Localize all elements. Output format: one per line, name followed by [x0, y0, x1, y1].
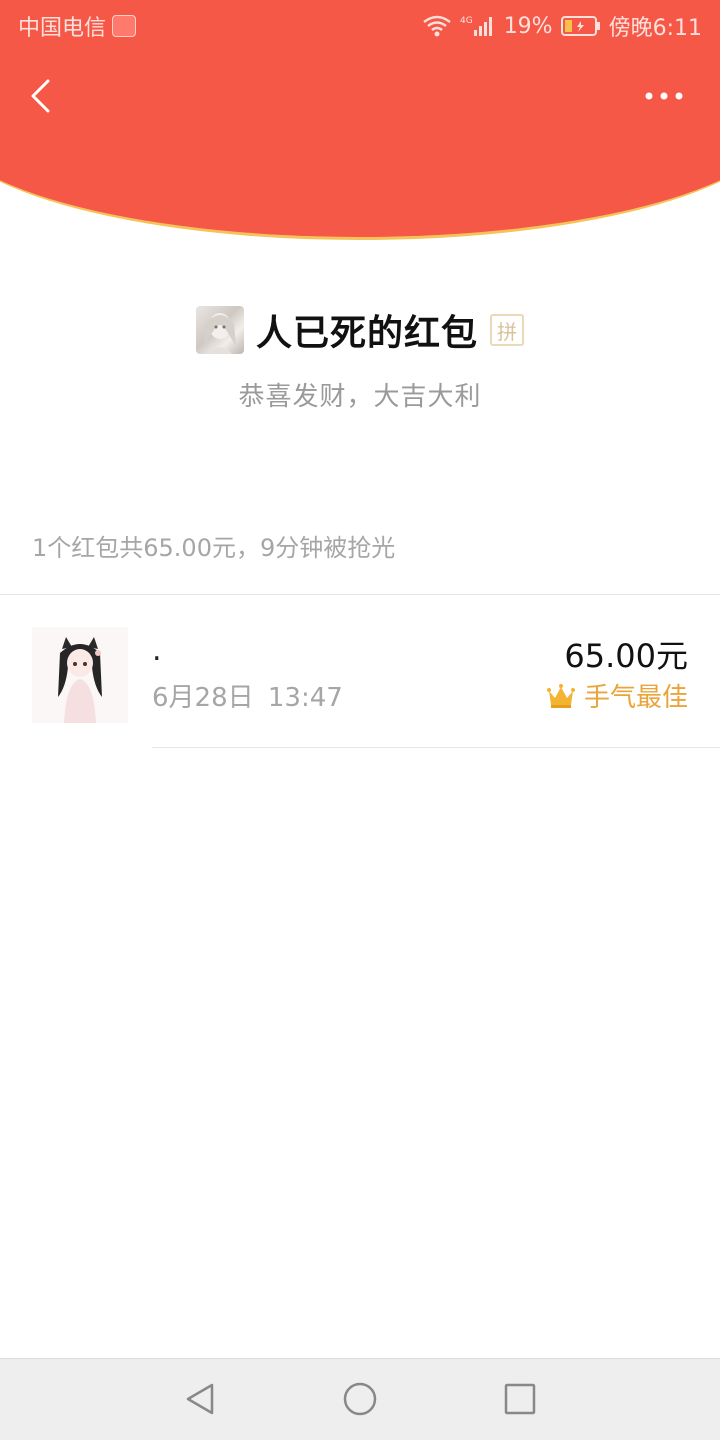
- receiver-name: .: [152, 633, 162, 668]
- greeting-text: 恭喜发财，大吉大利: [238, 382, 482, 412]
- crown-icon: [546, 683, 575, 708]
- carrier-name: 中国电信: [18, 16, 107, 41]
- best-luck-label: 手气最佳: [583, 683, 688, 713]
- circle-home-icon: [343, 1382, 377, 1416]
- system-nav-bar: [0, 1358, 720, 1440]
- sender-name: 人已死的红包: [255, 313, 478, 354]
- back-button[interactable]: [18, 72, 62, 120]
- packet-summary: 1个红包共65.00元，9分钟被抢光: [32, 534, 396, 562]
- pin-badge: 拼: [490, 314, 524, 346]
- wifi-icon: [422, 14, 452, 38]
- square-recent-icon: [504, 1383, 536, 1415]
- received-amount: 65.00元: [564, 637, 688, 675]
- sender-avatar[interactable]: [195, 306, 244, 354]
- triangle-back-icon: [186, 1383, 214, 1415]
- row-divider: [152, 747, 720, 748]
- list-item[interactable]: . 6月28日 13:47 65.00元 手气最佳: [0, 595, 720, 749]
- system-recent-button[interactable]: [500, 1379, 540, 1419]
- status-left: 中国电信: [18, 10, 137, 42]
- clock-time: 傍晚6:11: [608, 16, 702, 41]
- receiver-avatar[interactable]: [32, 627, 128, 723]
- network-type-label: 4G: [460, 16, 473, 26]
- signal-icon: 4G: [460, 14, 496, 38]
- system-home-button[interactable]: [340, 1379, 380, 1419]
- status-right: 4G 19% 傍晚6:11: [422, 10, 702, 42]
- more-options-button[interactable]: [634, 78, 694, 114]
- battery-percent: 19%: [503, 13, 553, 39]
- system-back-button[interactable]: [180, 1379, 220, 1419]
- red-packet-detail-screen: 中国电信 4G 19% 傍晚6:11 人已死的红包 拼 恭喜发财，大吉大利 1个…: [0, 0, 720, 1440]
- chevron-left-icon: [31, 79, 50, 113]
- receive-time: 6月28日 13:47: [152, 683, 343, 713]
- battery-icon: [560, 15, 601, 37]
- sender-row: 人已死的红包 拼: [0, 304, 720, 356]
- best-luck-badge: 手气最佳: [546, 677, 688, 714]
- carrier-badge-icon: [112, 15, 137, 37]
- status-bar: 中国电信 4G 19% 傍晚6:11: [0, 0, 720, 50]
- more-dots-icon: [645, 92, 683, 100]
